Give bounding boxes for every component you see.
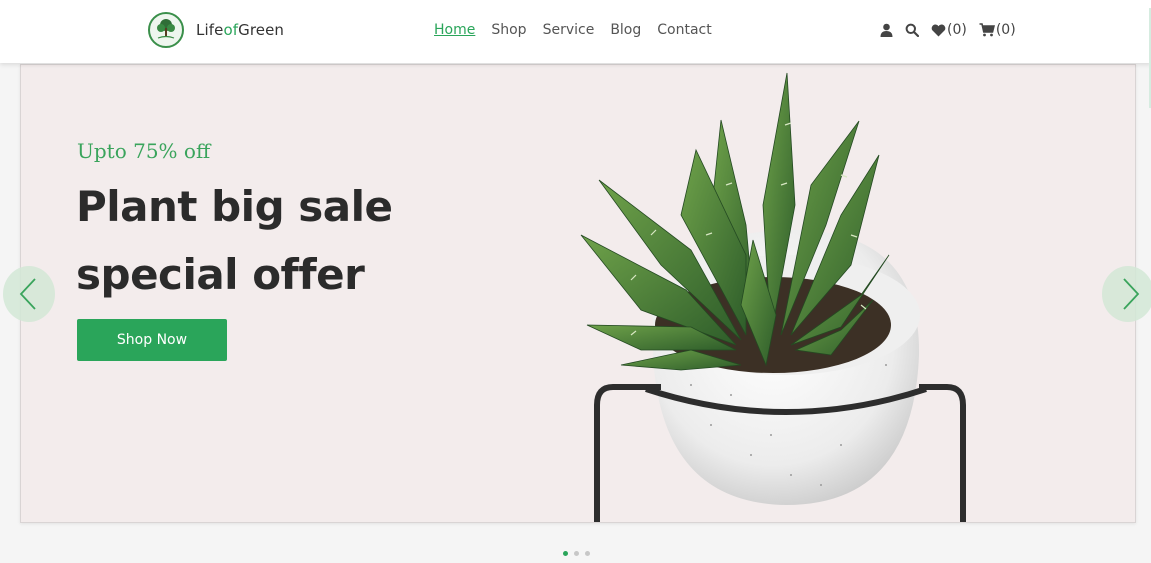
hero-title: Plant big sale special offer [76, 173, 536, 309]
brand-suffix: Green [238, 21, 285, 39]
carousel-prev-button[interactable] [3, 266, 55, 322]
cart-icon [979, 23, 995, 37]
nav-service[interactable]: Service [543, 22, 595, 38]
wishlist-count: (0) [947, 22, 967, 38]
chevron-right-icon [1123, 278, 1140, 310]
header-icons: (0) (0) [880, 22, 1016, 38]
site-header: LifeofGreen Home Shop Service Blog Conta… [0, 0, 1151, 63]
user-icon [880, 23, 893, 37]
carousel-dot-2[interactable] [574, 551, 579, 556]
search-button[interactable] [905, 23, 919, 37]
logo[interactable] [148, 12, 184, 48]
carousel-dot-1[interactable] [563, 551, 568, 556]
tree-icon [157, 19, 175, 39]
cart-count: (0) [995, 22, 1016, 38]
heart-icon [931, 24, 946, 36]
brand-accent: of [223, 21, 239, 39]
brand-name[interactable]: LifeofGreen [196, 21, 284, 39]
nav-blog[interactable]: Blog [610, 22, 641, 38]
account-button[interactable] [880, 23, 893, 37]
search-icon [905, 23, 919, 37]
hero-title-line2: special offer [76, 250, 365, 299]
hero-slide: Upto 75% off Plant big sale special offe… [20, 64, 1136, 523]
brand-prefix: Life [196, 21, 224, 39]
wishlist-button[interactable]: (0) [931, 22, 967, 38]
carousel-dot-3[interactable] [585, 551, 590, 556]
cart-button[interactable]: (0) [979, 22, 1016, 38]
main-nav: Home Shop Service Blog Contact [434, 22, 712, 38]
nav-contact[interactable]: Contact [657, 22, 711, 38]
shop-now-button[interactable]: Shop Now [77, 319, 227, 361]
chevron-left-icon [19, 278, 36, 310]
carousel-dots [563, 551, 590, 556]
plant-image [580, 72, 966, 522]
carousel-next-button[interactable] [1102, 266, 1151, 322]
hero-title-line1: Plant big sale [76, 182, 393, 231]
nav-home[interactable]: Home [434, 22, 475, 38]
nav-shop[interactable]: Shop [491, 22, 526, 38]
hero-subtitle: Upto 75% off [77, 139, 211, 163]
